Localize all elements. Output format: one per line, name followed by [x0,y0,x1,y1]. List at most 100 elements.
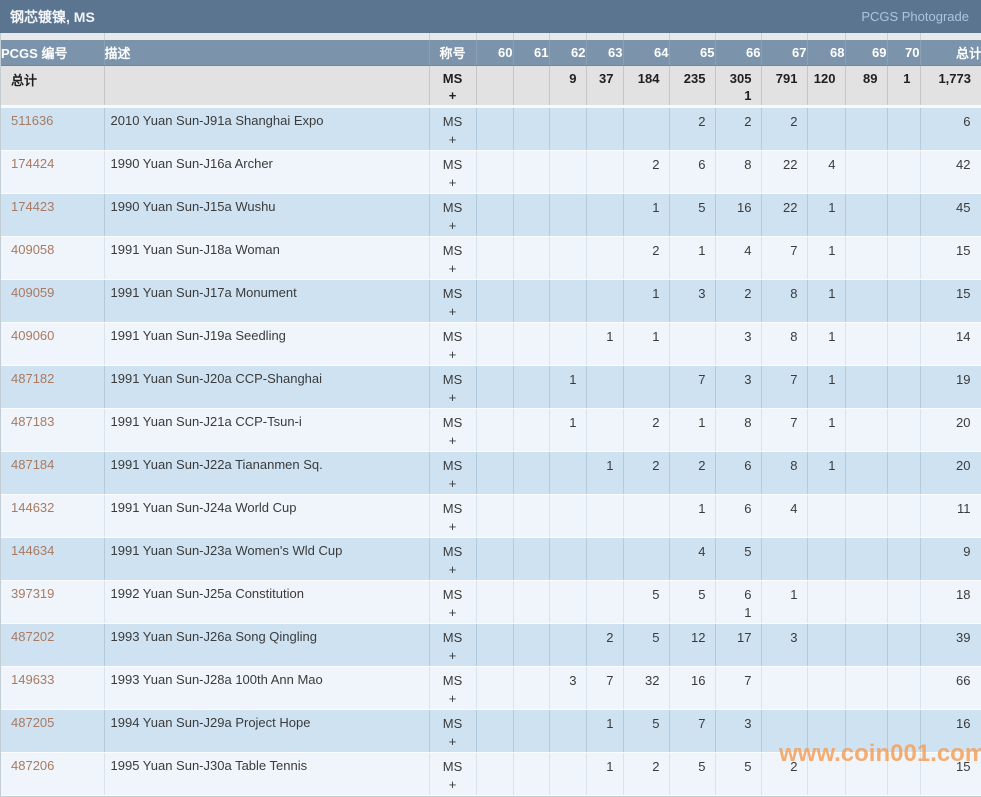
grade-cell-64: 2 [623,236,669,279]
pcgs-number-cell: 511636 [1,106,104,150]
photograde-link[interactable]: PCGS Photograde [861,9,969,24]
grade-cell-62 [549,623,586,666]
grade-cell-61 [513,709,549,752]
pcgs-number-link[interactable]: 487182 [11,371,54,386]
grade-cell-69 [845,365,887,408]
pcgs-number-link[interactable]: 144632 [11,500,54,515]
grade-cell-66: 2 [715,106,761,150]
grade-cell-65: 4 [669,537,715,580]
pcgs-number-link[interactable]: 409058 [11,242,54,257]
population-table: PCGS 编号描述称号6061626364656667686970总计 总计MS… [1,33,981,796]
total-cell: 16 [920,709,981,752]
grade-cell-68 [807,623,845,666]
grade-cell-67: 791 [761,65,807,106]
pcgs-number-link[interactable]: 409060 [11,328,54,343]
total-cell: 45 [920,193,981,236]
grade-cell-60 [476,580,513,623]
grade-cell-60 [476,106,513,150]
grade-cell-69 [845,666,887,709]
total-cell: 18 [920,580,981,623]
grade-cell-68: 1 [807,365,845,408]
pcgs-number-cell: 174424 [1,150,104,193]
grade-cell-68: 1 [807,236,845,279]
pcgs-number-link[interactable]: 149633 [11,672,54,687]
grade-cell-63 [586,106,623,150]
pcgs-number-link[interactable]: 174424 [11,156,54,171]
column-header-desc: 描述 [104,40,429,65]
grade-cell-61 [513,537,549,580]
pcgs-number-link[interactable]: 487183 [11,414,54,429]
designation-cell: MS+ [429,279,476,322]
grade-cell-70 [887,580,920,623]
total-cell: 15 [920,279,981,322]
grade-cell-60 [476,494,513,537]
description-cell: 1990 Yuan Sun-J16a Archer [104,150,429,193]
pcgs-number-link[interactable]: 487202 [11,629,54,644]
column-header-61: 61 [513,40,549,65]
designation-cell: MS+ [429,752,476,795]
table-row: 1446321991 Yuan Sun-J24a World CupMS+164… [1,494,981,537]
description-cell: 1991 Yuan Sun-J18a Woman [104,236,429,279]
description-cell: 1990 Yuan Sun-J15a Wushu [104,193,429,236]
grade-cell-68 [807,494,845,537]
pcgs-number-link[interactable]: 487184 [11,457,54,472]
pcgs-number-cell: 487182 [1,365,104,408]
pcgs-number-link[interactable]: 487206 [11,758,54,773]
designation-cell: MS+ [429,494,476,537]
column-header-67: 67 [761,40,807,65]
pcgs-number-link[interactable]: 144634 [11,543,54,558]
grade-cell-66: 3 [715,365,761,408]
grade-cell-66: 8 [715,408,761,451]
grade-cell-69: 89 [845,65,887,106]
pcgs-number-link[interactable]: 487205 [11,715,54,730]
pcgs-number-cell: 409059 [1,279,104,322]
grade-cell-60 [476,322,513,365]
grade-cell-70 [887,666,920,709]
pcgs-number-link[interactable]: 174423 [11,199,54,214]
total-cell: 19 [920,365,981,408]
column-header-68: 68 [807,40,845,65]
designation-cell: MS+ [429,322,476,365]
grade-cell-60 [476,150,513,193]
table-row: 4872021993 Yuan Sun-J26a Song QinglingMS… [1,623,981,666]
grade-cell-63 [586,150,623,193]
grade-cell-62 [549,451,586,494]
grade-cell-68: 1 [807,279,845,322]
grade-cell-61 [513,365,549,408]
grade-cell-60 [476,365,513,408]
grade-cell-60 [476,537,513,580]
grade-cell-60 [476,65,513,106]
grade-cell-65: 2 [669,106,715,150]
description-cell: 1993 Yuan Sun-J28a 100th Ann Mao [104,666,429,709]
grade-cell-70 [887,408,920,451]
grade-cell-65: 12 [669,623,715,666]
grade-cell-67: 22 [761,193,807,236]
page-title: 钢芯镀镍, MS [10,7,95,27]
grade-cell-66: 6 [715,494,761,537]
pcgs-number-link[interactable]: 397319 [11,586,54,601]
spacer-cell [715,33,761,40]
grade-cell-68 [807,106,845,150]
grade-cell-64: 5 [623,580,669,623]
grade-cell-62 [549,279,586,322]
grade-cell-70 [887,752,920,795]
pcgs-number-link[interactable]: 511636 [11,113,53,128]
column-header-total: 总计 [920,40,981,65]
grade-cell-63 [586,537,623,580]
grade-cell-70 [887,623,920,666]
grade-cell-64 [623,537,669,580]
grade-cell-67: 2 [761,106,807,150]
total-cell: 20 [920,408,981,451]
description-cell [104,65,429,106]
grade-cell-60 [476,451,513,494]
pcgs-number-link[interactable]: 409059 [11,285,54,300]
grade-cell-65: 1 [669,236,715,279]
column-header-66: 66 [715,40,761,65]
spacer-cell [845,33,887,40]
grade-cell-62 [549,236,586,279]
grade-cell-64: 2 [623,451,669,494]
grade-cell-61 [513,322,549,365]
grade-cell-67: 7 [761,408,807,451]
grade-cell-60 [476,623,513,666]
grade-cell-70 [887,494,920,537]
